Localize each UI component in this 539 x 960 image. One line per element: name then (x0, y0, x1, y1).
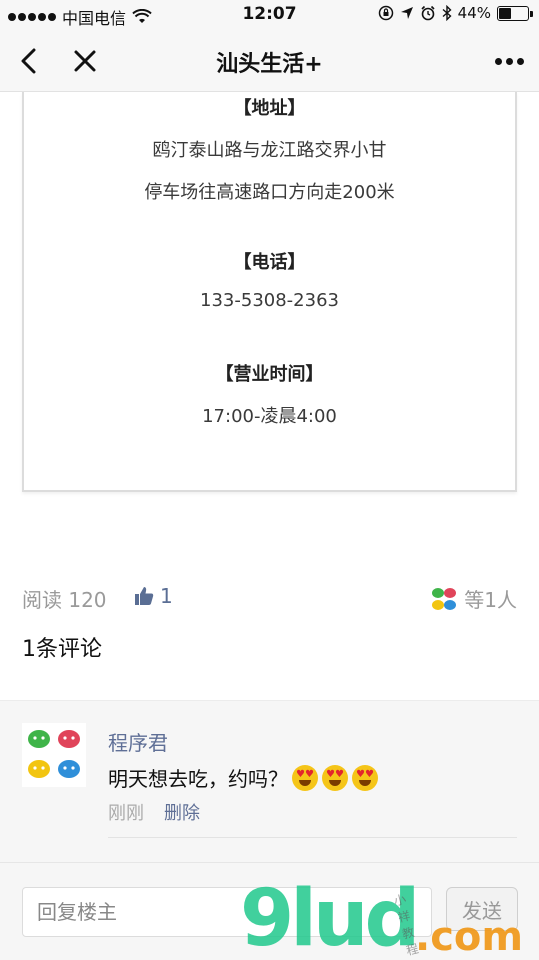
heart-eyes-emoji-icon (352, 764, 378, 791)
chevron-left-icon (21, 48, 36, 74)
rotation-lock-icon (378, 5, 393, 21)
location-arrow-icon (400, 7, 413, 19)
like-button[interactable]: 1 (134, 584, 173, 608)
bluetooth-icon (442, 5, 452, 21)
divider (108, 837, 517, 838)
close-button[interactable] (68, 44, 102, 78)
avatar[interactable] (22, 723, 86, 787)
read-count: 阅读 120 (22, 588, 107, 612)
heart-eyes-emoji-icon (322, 764, 348, 791)
heart-eyes-emoji-icon (292, 764, 318, 791)
like-count: 1 (160, 584, 173, 608)
more-dot-icon (494, 57, 502, 65)
commenter-name[interactable]: 程序君 (108, 727, 168, 756)
status-bar: 中国电信 12:07 44% (0, 0, 539, 30)
business-hours: 17:00-凌晨4:00 (202, 406, 337, 427)
reply-input[interactable] (22, 887, 432, 937)
comment-time: 刚刚 (108, 803, 144, 824)
address-line-1: 鸥汀泰山路与龙江路交界小甘 (152, 140, 387, 161)
article-stats: 阅读 120 1 等1人 (22, 580, 517, 614)
comment-body: 明天想去吃，约吗？ (108, 767, 288, 791)
comment-meta: 刚刚 删除 (108, 799, 200, 825)
likers-summary[interactable]: 等1人 (430, 584, 517, 613)
battery-fill (499, 7, 512, 19)
liker-avatar (432, 587, 457, 610)
comment-text: 明天想去吃，约吗？ (108, 763, 378, 792)
nav-bar: 汕头生活+ (0, 30, 539, 92)
more-dot-icon (516, 57, 524, 65)
send-button[interactable]: 发送 (446, 887, 518, 931)
close-icon (74, 50, 96, 72)
more-dot-icon (505, 57, 513, 65)
address-heading: 【地址】 (233, 98, 306, 119)
back-button[interactable] (12, 44, 46, 78)
comment-list: 程序君 明天想去吃，约吗？ 刚刚 删除 (0, 700, 539, 862)
phone-number[interactable]: 133-5308-2363 (24, 290, 515, 311)
article-card: 【地址】 鸥汀泰山路与龙江路交界小甘 停车场往高速路口方向走200米 【电话】 … (22, 92, 517, 492)
comment-count: 1条评论 (22, 637, 102, 662)
address-line-2: 停车场往高速路口方向走200米 (144, 182, 395, 203)
likers-label: 等1人 (464, 588, 517, 612)
thumbs-up-icon (135, 587, 154, 605)
alarm-icon (421, 5, 435, 21)
battery-icon (497, 5, 533, 21)
status-right: 44% (378, 4, 533, 22)
more-button[interactable] (487, 44, 531, 78)
hours-heading: 【营业时间】 (215, 364, 324, 385)
delete-comment-button[interactable]: 删除 (164, 799, 200, 825)
phone-heading: 【电话】 (233, 252, 306, 273)
reply-bar: 发送 (0, 862, 539, 960)
battery-percent: 44% (457, 4, 491, 22)
